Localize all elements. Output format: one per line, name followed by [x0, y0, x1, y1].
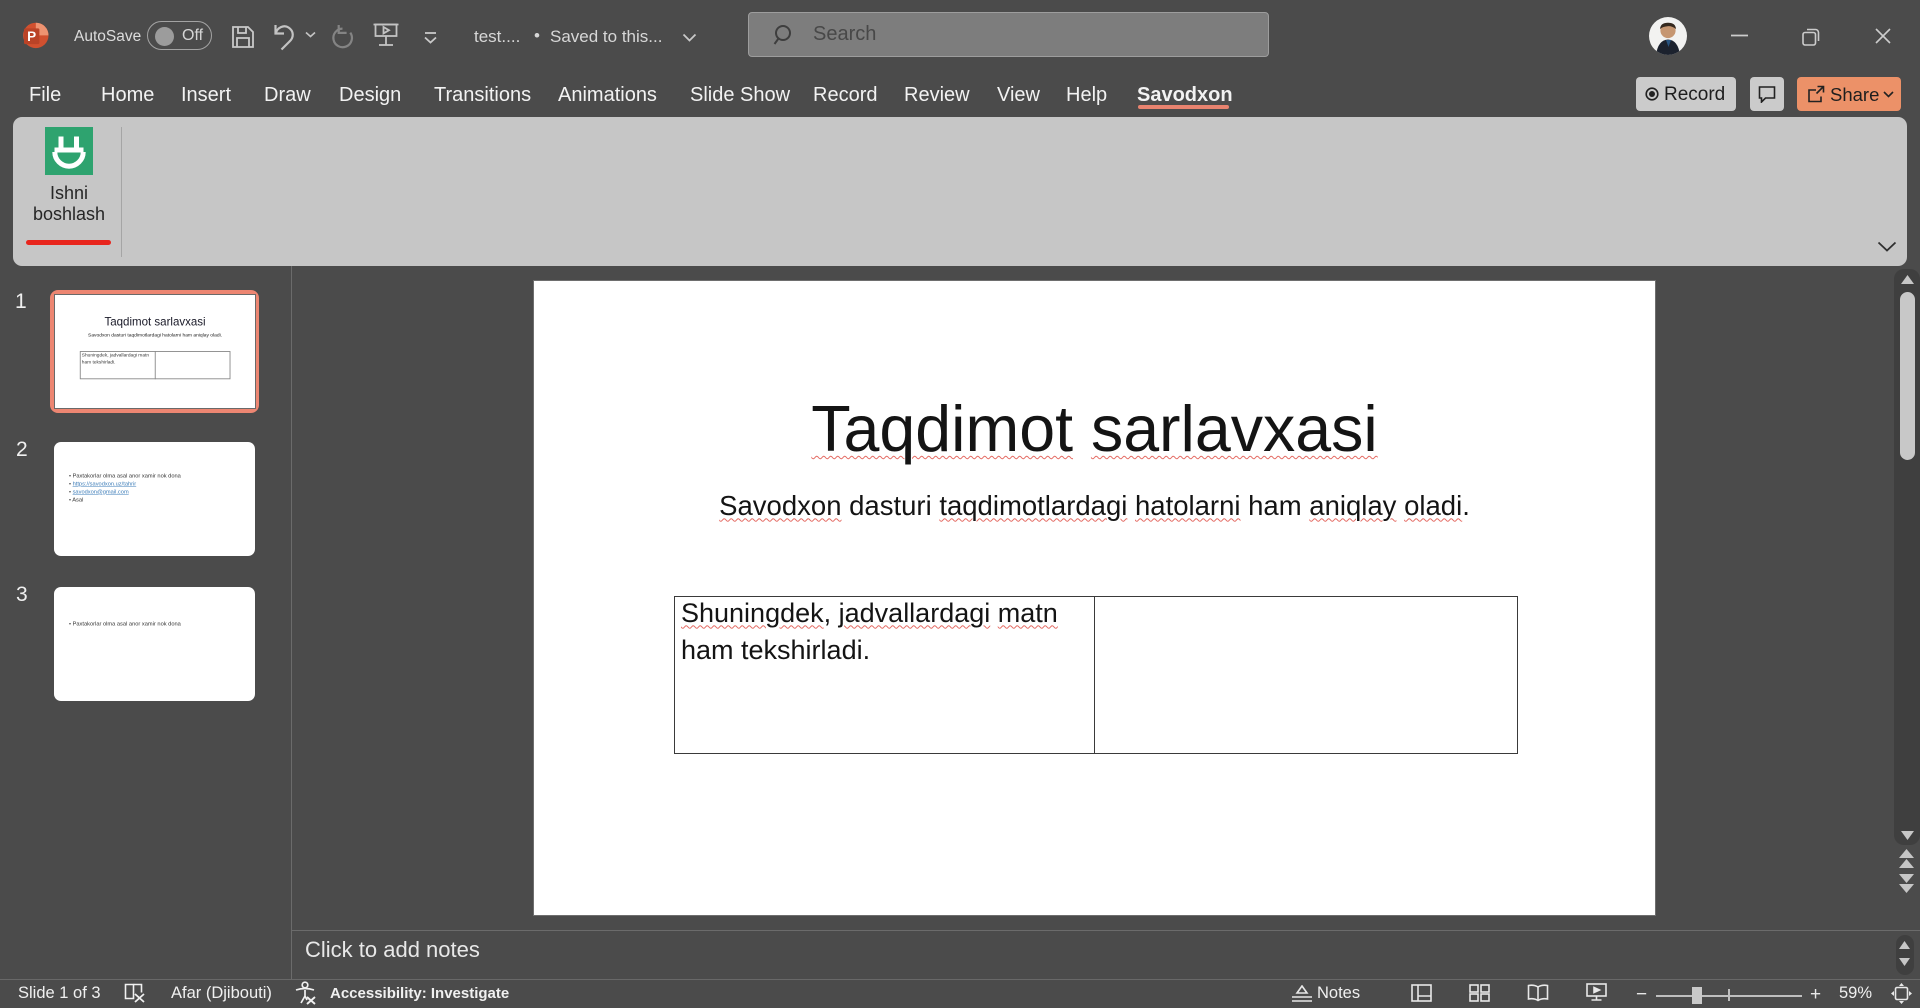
svg-text:P: P: [27, 29, 36, 44]
